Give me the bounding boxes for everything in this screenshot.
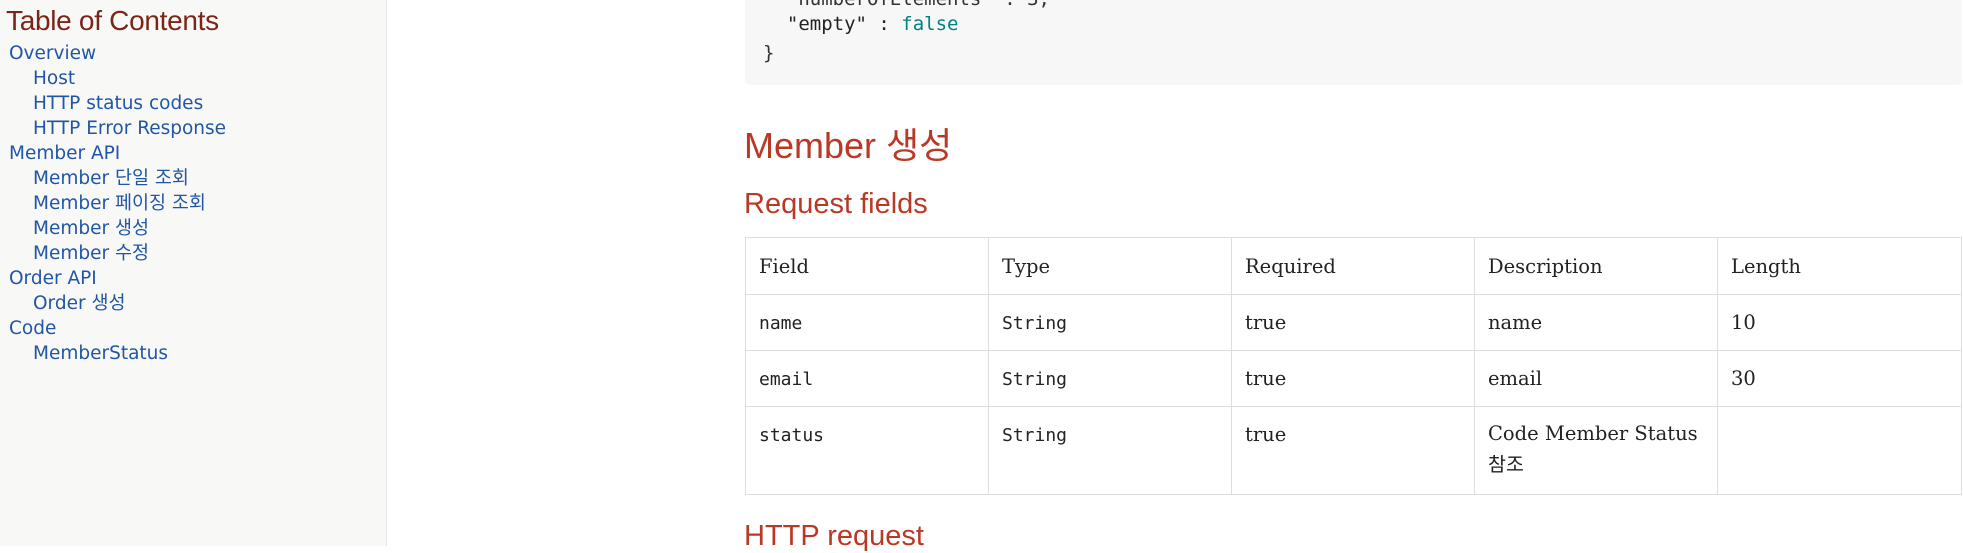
cell-required: true — [1231, 294, 1475, 351]
table-row: name String true name 10 — [745, 294, 1962, 351]
toc-item-member-single[interactable]: Member 단일 조회 — [33, 169, 189, 189]
cell-length: 10 — [1717, 294, 1962, 351]
toc-item-code[interactable]: Code — [9, 319, 56, 339]
code-line-closing: } — [763, 42, 775, 64]
toc-item-http-status-codes[interactable]: HTTP status codes — [33, 94, 203, 114]
header-type: Type — [988, 237, 1232, 295]
header-required: Required — [1231, 237, 1475, 295]
toc-item-member-status[interactable]: MemberStatus — [33, 344, 168, 364]
toc-item-http-error-response[interactable]: HTTP Error Response — [33, 119, 226, 139]
cell-length — [1717, 406, 1962, 495]
cell-field: name — [745, 294, 989, 351]
cell-required: true — [1231, 350, 1475, 407]
table-row: email String true email 30 — [745, 350, 1962, 407]
cell-field: status — [745, 406, 989, 495]
toc-item-member-update[interactable]: Member 수정 — [33, 244, 149, 264]
toc-item-member-api[interactable]: Member API — [9, 144, 120, 164]
request-fields-title: Request fields — [744, 188, 928, 220]
code-value-false: false — [901, 13, 959, 35]
cell-required: true — [1231, 406, 1475, 495]
toc-item-order-create[interactable]: Order 생성 — [33, 294, 126, 314]
cell-description: email — [1474, 350, 1718, 407]
toc-item-member-create[interactable]: Member 생성 — [33, 219, 149, 239]
header-length: Length — [1717, 237, 1962, 295]
section-title: Member 생성 — [744, 125, 953, 166]
cell-type: String — [988, 294, 1232, 351]
cell-description: name — [1474, 294, 1718, 351]
header-description: Description — [1474, 237, 1718, 295]
code-block: "numberOfElements" : 3, "empty" : false … — [745, 0, 1962, 85]
cell-field: email — [745, 350, 989, 407]
cell-length: 30 — [1717, 350, 1962, 407]
request-fields-table: Field Type Required Description Length n… — [745, 237, 1962, 495]
cell-type: String — [988, 350, 1232, 407]
table-row: status String true Code Member Status 참조 — [745, 406, 1962, 495]
header-field: Field — [745, 237, 989, 295]
cell-description: Code Member Status 참조 — [1474, 406, 1718, 495]
table-of-contents: Table of Contents Overview Host HTTP sta… — [0, 0, 387, 546]
cell-type: String — [988, 406, 1232, 495]
toc-title: Table of Contents — [6, 5, 219, 36]
toc-item-host[interactable]: Host — [33, 69, 75, 89]
http-request-title: HTTP request — [744, 520, 924, 552]
table-header-row: Field Type Required Description Length — [745, 237, 1962, 295]
toc-item-order-api[interactable]: Order API — [9, 269, 97, 289]
code-line-partial: "numberOfElements" : 3, — [764, 0, 1050, 10]
toc-item-member-paging[interactable]: Member 페이징 조회 — [33, 194, 206, 214]
code-key-empty: "empty" : — [764, 13, 902, 35]
code-line-empty: "empty" : false — [764, 13, 959, 35]
toc-item-overview[interactable]: Overview — [9, 44, 96, 64]
